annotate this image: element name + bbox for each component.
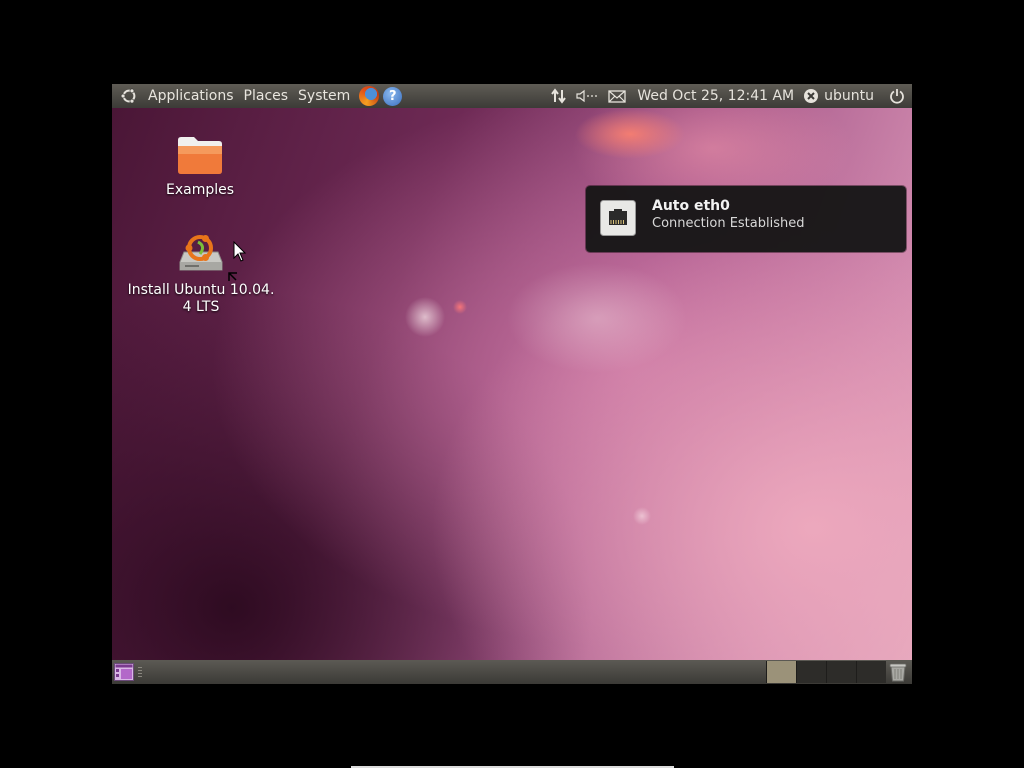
applications-menu[interactable]: Applications <box>143 84 239 108</box>
trash-icon[interactable] <box>888 662 908 682</box>
power-icon[interactable] <box>882 84 912 108</box>
folder-icon <box>178 137 222 174</box>
help-icon[interactable]: ? <box>383 86 403 106</box>
network-icon[interactable] <box>547 84 571 108</box>
desktop-icon-label: Install Ubuntu 10.04. 4 LTS <box>127 282 275 315</box>
ethernet-icon <box>600 200 636 236</box>
places-menu[interactable]: Places <box>239 84 294 108</box>
top-panel: Applications Places System ? Wed Oct 25,… <box>112 84 912 108</box>
show-desktop-icon[interactable] <box>114 663 134 681</box>
workspace-3[interactable] <box>826 661 856 683</box>
desktop-icon-install-ubuntu[interactable]: Install Ubuntu 10.04. 4 LTS <box>122 232 280 316</box>
system-menu[interactable]: System <box>293 84 355 108</box>
ubuntu-logo-icon[interactable] <box>112 87 143 105</box>
installer-icon <box>179 235 223 271</box>
notification-body: Connection Established <box>652 216 805 231</box>
system-tray: Wed Oct 25, 12:41 AM ubuntu <box>547 84 912 108</box>
firefox-icon[interactable] <box>359 86 380 106</box>
bottom-panel <box>112 660 912 684</box>
volume-icon[interactable] <box>571 84 605 108</box>
network-notification: Auto eth0 Connection Established <box>586 186 906 252</box>
workspace-4[interactable] <box>856 661 886 683</box>
desktop-icon-examples[interactable]: Examples <box>152 134 248 199</box>
desktop-screen: Applications Places System ? Wed Oct 25,… <box>112 84 912 684</box>
busy-cursor-icon <box>228 272 237 281</box>
user-name[interactable]: ubuntu <box>820 84 882 108</box>
workspace-1[interactable] <box>766 661 796 683</box>
mail-icon[interactable] <box>605 84 629 108</box>
workspace-2[interactable] <box>796 661 826 683</box>
panel-drag-handle[interactable] <box>138 667 142 677</box>
desktop-icon-label: Examples <box>165 182 235 198</box>
mouse-pointer-icon <box>233 241 247 262</box>
notification-title: Auto eth0 <box>652 198 730 214</box>
user-status-icon[interactable] <box>802 84 820 108</box>
clock[interactable]: Wed Oct 25, 12:41 AM <box>629 84 802 108</box>
